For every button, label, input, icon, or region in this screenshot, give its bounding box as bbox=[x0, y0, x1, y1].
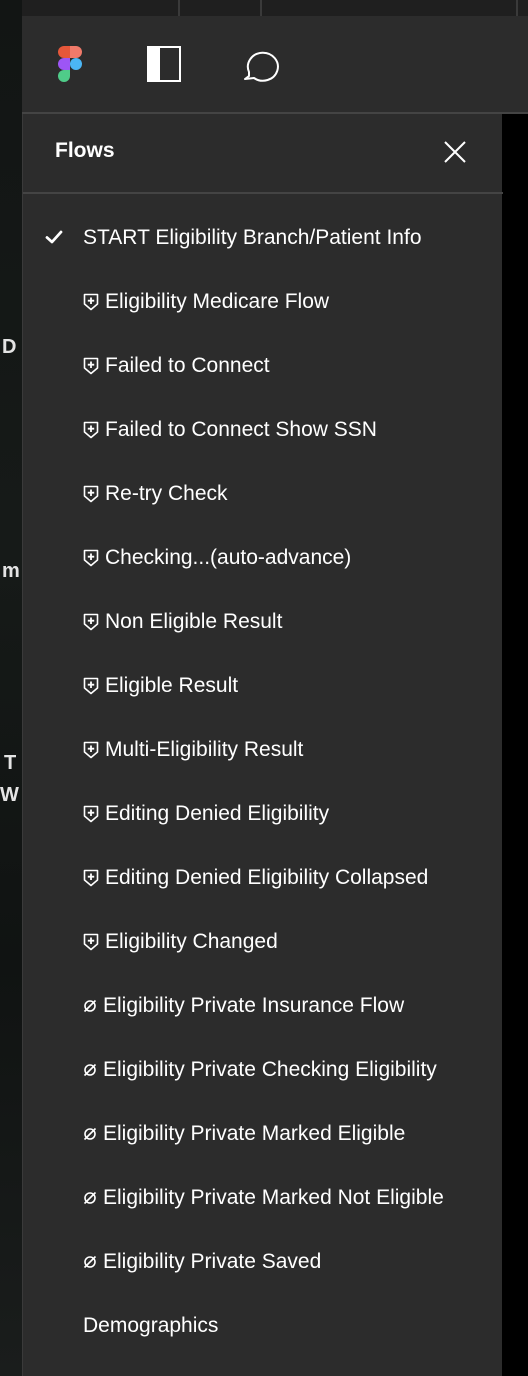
sidebar-toggle-icon[interactable] bbox=[145, 44, 185, 84]
flow-item[interactable]: Failed to Connect Show SSN bbox=[23, 398, 503, 462]
flow-item-label: Re-try Check bbox=[105, 482, 228, 505]
shield-plus-icon bbox=[83, 741, 99, 759]
flow-list: START Eligibility Branch/Patient Info Eli… bbox=[23, 206, 503, 1358]
flow-item-content: Demographics bbox=[83, 1314, 218, 1338]
flow-item[interactable]: Editing Denied Eligibility Collapsed bbox=[23, 846, 503, 910]
tab-divider bbox=[260, 0, 262, 16]
shield-plus-icon bbox=[83, 805, 99, 823]
flow-item-label: Failed to Connect Show SSN bbox=[105, 418, 377, 441]
flow-item-label: Checking...(auto-advance) bbox=[105, 546, 352, 569]
shield-plus-icon bbox=[83, 357, 99, 375]
canvas-text-fragment: W bbox=[0, 784, 19, 806]
flow-item-label: Multi-Eligibility Result bbox=[105, 738, 304, 761]
flow-item[interactable]: Non Eligible Result bbox=[23, 590, 503, 654]
flow-item[interactable]: Eligible Result bbox=[23, 654, 503, 718]
tab-bar bbox=[22, 0, 528, 16]
flow-item-content: Re-try Check bbox=[83, 482, 228, 506]
flow-item-content: Editing Denied Eligibility bbox=[83, 802, 329, 826]
flow-item[interactable]: Editing Denied Eligibility bbox=[23, 782, 503, 846]
flow-item[interactable]: Eligibility Private Saved bbox=[23, 1230, 503, 1294]
shield-plus-icon bbox=[83, 549, 99, 567]
flow-item-content: Failed to Connect bbox=[83, 354, 270, 378]
empty-set-icon bbox=[83, 1127, 97, 1141]
flow-item-content: Eligibility Medicare Flow bbox=[83, 290, 329, 314]
canvas-text-fragment: D bbox=[2, 336, 17, 358]
flow-item-label: Editing Denied Eligibility bbox=[105, 802, 330, 825]
canvas-background bbox=[0, 0, 22, 1376]
comment-icon[interactable] bbox=[240, 44, 280, 84]
flow-item-content: Eligibility Private Insurance Flow bbox=[83, 994, 404, 1018]
tab-divider bbox=[178, 0, 180, 16]
flow-item-label: Editing Denied Eligibility Collapsed bbox=[105, 866, 429, 889]
flows-panel: Flows START Eligibility Branch/Patient I… bbox=[22, 114, 503, 1376]
flow-item-content: Eligibility Private Marked Not Eligible bbox=[83, 1186, 444, 1210]
flow-item-label: Eligibility Changed bbox=[105, 930, 278, 953]
flow-item[interactable]: Multi-Eligibility Result bbox=[23, 718, 503, 782]
flow-item[interactable]: START Eligibility Branch/Patient Info bbox=[23, 206, 503, 270]
flow-item-content: Multi-Eligibility Result bbox=[83, 738, 303, 762]
empty-set-icon bbox=[83, 1255, 97, 1269]
shield-plus-icon bbox=[83, 933, 99, 951]
flow-item-label: Eligibility Private Marked Not Eligible bbox=[103, 1186, 444, 1209]
canvas-text-fragment: T bbox=[4, 752, 17, 774]
flow-item-label: Eligibility Medicare Flow bbox=[105, 290, 330, 313]
canvas-edge bbox=[502, 114, 528, 1376]
flow-item[interactable]: Eligibility Medicare Flow bbox=[23, 270, 503, 334]
flow-item[interactable]: Eligibility Private Checking Eligibility bbox=[23, 1038, 503, 1102]
flow-item-label: Eligibility Private Checking Eligibility bbox=[103, 1058, 437, 1081]
flow-item-content: Eligibility Changed bbox=[83, 930, 278, 954]
figma-logo-icon[interactable] bbox=[50, 44, 90, 84]
flow-item[interactable]: Re-try Check bbox=[23, 462, 503, 526]
flow-item[interactable]: Checking...(auto-advance) bbox=[23, 526, 503, 590]
flow-item-label: Eligibility Private Marked Eligible bbox=[103, 1122, 406, 1145]
shield-plus-icon bbox=[83, 613, 99, 631]
close-button[interactable] bbox=[439, 136, 471, 168]
flow-item[interactable]: Demographics bbox=[23, 1294, 503, 1358]
flow-item-label: Eligibility Private Insurance Flow bbox=[103, 994, 405, 1017]
shield-plus-icon bbox=[83, 677, 99, 695]
flow-item-label: Eligibility Private Saved bbox=[103, 1250, 322, 1273]
panel-header: Flows bbox=[23, 114, 503, 194]
checkmark-icon bbox=[45, 228, 63, 246]
shield-plus-icon bbox=[83, 485, 99, 503]
empty-set-icon bbox=[83, 1063, 97, 1077]
flow-item-label: Failed to Connect bbox=[105, 354, 270, 377]
flow-item-label: Eligible Result bbox=[105, 674, 239, 697]
flow-item-content: Editing Denied Eligibility Collapsed bbox=[83, 866, 428, 890]
flow-item-content: Checking...(auto-advance) bbox=[83, 546, 351, 570]
flow-item-label: START Eligibility Branch/Patient Info bbox=[83, 226, 422, 249]
empty-set-icon bbox=[83, 1191, 97, 1205]
flow-item[interactable]: Eligibility Private Marked Eligible bbox=[23, 1102, 503, 1166]
flow-item-content: Eligibility Private Checking Eligibility bbox=[83, 1058, 437, 1082]
flow-item[interactable]: Failed to Connect bbox=[23, 334, 503, 398]
flow-item-label: Non Eligible Result bbox=[105, 610, 283, 633]
flow-item-content: START Eligibility Branch/Patient Info bbox=[83, 226, 422, 250]
flow-item[interactable]: Eligibility Private Insurance Flow bbox=[23, 974, 503, 1038]
shield-plus-icon bbox=[83, 421, 99, 439]
flow-item-content: Eligibility Private Saved bbox=[83, 1250, 321, 1274]
flow-item-content: Non Eligible Result bbox=[83, 610, 282, 634]
shield-plus-icon bbox=[83, 869, 99, 887]
empty-set-icon bbox=[83, 999, 97, 1013]
flow-item-content: Eligible Result bbox=[83, 674, 238, 698]
shield-plus-icon bbox=[83, 293, 99, 311]
close-icon bbox=[444, 141, 466, 163]
tab-divider bbox=[516, 0, 518, 16]
flow-item-content: Eligibility Private Marked Eligible bbox=[83, 1122, 405, 1146]
flow-item-label: Demographics bbox=[83, 1314, 219, 1337]
flow-item-content: Failed to Connect Show SSN bbox=[83, 418, 377, 442]
panel-title: Flows bbox=[55, 139, 115, 162]
prototype-toolbar bbox=[22, 16, 528, 114]
flow-item[interactable]: Eligibility Private Marked Not Eligible bbox=[23, 1166, 503, 1230]
flow-item[interactable]: Eligibility Changed bbox=[23, 910, 503, 974]
canvas-text-fragment: m bbox=[2, 560, 20, 582]
